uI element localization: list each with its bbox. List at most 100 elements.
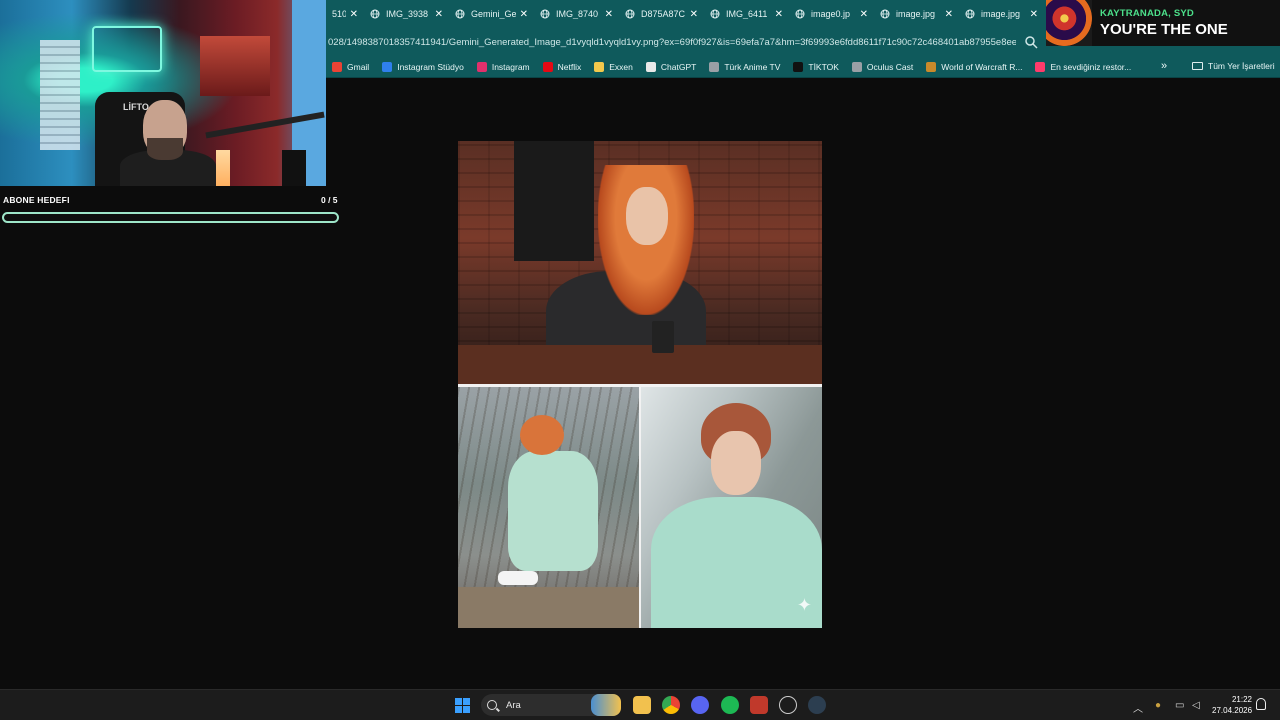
bookmark-label: World of Warcraft R... — [941, 61, 1023, 72]
bookmark-favicon-icon — [851, 61, 862, 72]
windows-start-icon[interactable] — [455, 698, 470, 713]
browser-tab[interactable]: 510 ✕ — [326, 0, 364, 28]
clock-time: 21:22 — [1231, 695, 1252, 704]
bookmark-item[interactable]: Netflix — [542, 61, 582, 72]
taskbar-search[interactable]: Ara — [481, 694, 621, 716]
photo-shoe — [498, 571, 538, 585]
tab-close-icon[interactable]: ✕ — [775, 9, 783, 20]
browser-tab-title: IMG_6411 — [726, 9, 768, 19]
browser-tab[interactable]: image.jpg ✕ — [959, 0, 1044, 28]
photo-top-cafe — [458, 141, 822, 384]
bookmark-item[interactable]: Türk Anime TV — [709, 61, 781, 72]
bookmark-label: Türk Anime TV — [724, 61, 781, 72]
goal-count: 0 / 5 — [321, 195, 338, 205]
all-bookmarks-label: Tüm Yer İşaretleri — [1208, 61, 1275, 71]
bookmark-item[interactable]: Oculus Cast — [851, 61, 914, 72]
webcam-wall-frame — [200, 36, 270, 96]
tray-chevron-up-icon[interactable]: ︿ — [1133, 700, 1143, 715]
photo-bottom-left-sitting — [458, 387, 639, 628]
bookmark-item[interactable]: World of Warcraft R... — [926, 61, 1023, 72]
notification-bell-icon[interactable] — [1256, 698, 1266, 710]
bookmark-item[interactable]: ChatGPT — [645, 61, 697, 72]
network-icon[interactable]: ▭ — [1175, 700, 1184, 711]
tab-close-icon[interactable]: ✕ — [690, 9, 698, 20]
bookmark-item[interactable]: Gmail — [332, 61, 370, 72]
browser-tab[interactable]: IMG_8740 ✕ — [534, 0, 619, 28]
taskbar: Ara ︿ ● ▭ ◁ 21:22 27.04.2026 — [0, 689, 1280, 720]
tab-close-icon[interactable]: ✕ — [350, 9, 358, 20]
bookmark-label: Instagram — [491, 61, 530, 72]
bookmark-label: Gmail — [347, 61, 370, 72]
bookmark-favicon-icon — [332, 61, 342, 72]
bookmark-item[interactable]: Instagram Stüdyo — [382, 61, 464, 72]
bookmark-item[interactable]: TİKTOK — [793, 61, 839, 72]
bookmarks-bar: Gmail Instagram Stüdyo Instagram Netflix Exx… — [326, 56, 1280, 78]
tab-close-icon[interactable]: ✕ — [605, 9, 613, 20]
tab-close-icon[interactable]: ✕ — [860, 9, 868, 20]
globe-icon — [455, 9, 465, 19]
bookmark-label: ChatGPT — [660, 61, 697, 72]
globe-icon — [625, 9, 635, 19]
address-bar[interactable]: 028/1498387018357411941/Gemini_Generated… — [326, 28, 1046, 56]
photo-subject-face — [711, 431, 761, 495]
bookmark-item[interactable]: Exxen — [594, 61, 633, 72]
image-viewer[interactable]: ✦ — [458, 141, 822, 628]
photo-counter — [458, 345, 822, 384]
browser-tab[interactable]: D875A87C ✕ — [619, 0, 704, 28]
app-icon[interactable] — [750, 696, 768, 714]
goal-progress-bar — [2, 212, 339, 223]
settings-gear-icon[interactable] — [808, 696, 826, 714]
browser-tab-title: Gemini_Ge — [471, 9, 516, 19]
tab-close-icon[interactable]: ✕ — [520, 9, 528, 20]
tab-close-icon[interactable]: ✕ — [945, 9, 953, 20]
tab-close-icon[interactable]: ✕ — [1030, 9, 1038, 20]
browser-tab[interactable]: Gemini_Ge ✕ — [449, 0, 534, 28]
browser-tab-title: IMG_8740 — [556, 9, 599, 19]
discord-icon[interactable] — [691, 696, 709, 714]
browser-tab[interactable]: IMG_6411 ✕ — [704, 0, 789, 28]
bookmark-favicon-icon — [645, 61, 656, 72]
browser-tab[interactable]: image0.jp ✕ — [789, 0, 874, 28]
globe-icon — [710, 9, 720, 19]
photo-subject-hair — [520, 415, 564, 455]
zoom-icon[interactable] — [1024, 35, 1038, 49]
address-url[interactable]: 028/1498387018357411941/Gemini_Generated… — [328, 37, 1016, 48]
browser-tab[interactable]: image.jpg ✕ — [874, 0, 959, 28]
album-art — [1046, 0, 1092, 46]
spotify-icon[interactable] — [721, 696, 739, 714]
goal-label: ABONE HEDEFI — [3, 195, 70, 205]
all-bookmarks-button[interactable]: Tüm Yer İşaretleri — [1192, 61, 1275, 71]
bookmark-favicon-icon — [594, 61, 605, 72]
bookmark-label: Netflix — [557, 61, 582, 72]
bookmark-label: Exxen — [609, 61, 633, 72]
globe-icon — [370, 9, 380, 19]
browser-tab-title: IMG_3938 — [386, 9, 429, 19]
chrome-icon[interactable] — [662, 696, 680, 714]
file-explorer-icon[interactable] — [633, 696, 651, 714]
bookmark-label: Oculus Cast — [866, 61, 914, 72]
bookmark-label: TİKTOK — [808, 61, 839, 72]
tab-close-icon[interactable]: ✕ — [435, 9, 443, 20]
browser-tab-title: image.jpg — [896, 9, 936, 19]
webcam-window — [40, 40, 80, 150]
browser-tab-title: image0.jp — [811, 9, 851, 19]
folder-icon — [1192, 62, 1203, 70]
browser-tab[interactable]: IMG_3938 ✕ — [364, 0, 449, 28]
bookmark-item[interactable]: En sevdiğiniz restor... — [1035, 61, 1132, 72]
microphone-icon[interactable]: ● — [1155, 700, 1161, 711]
webcam-speaker — [282, 150, 306, 186]
globe-icon — [965, 9, 975, 19]
bookmark-favicon-icon — [382, 61, 393, 72]
now-playing-artist: KAYTRANADA, SYD — [1100, 8, 1194, 19]
bookmark-label: En sevdiğiniz restor... — [1050, 61, 1132, 72]
volume-icon[interactable]: ◁ — [1192, 700, 1200, 711]
webcam-chair-text: LİFTO — [123, 102, 149, 112]
browser-tab-title: D875A87C — [641, 9, 686, 19]
bookmarks-more-button[interactable]: » — [1161, 60, 1167, 72]
bookmark-item[interactable]: Instagram — [476, 61, 530, 72]
steam-icon[interactable] — [779, 696, 797, 714]
taskbar-clock[interactable]: 21:22 27.04.2026 — [1212, 694, 1252, 716]
search-highlight-art — [591, 694, 621, 716]
sparkle-icon: ✦ — [796, 595, 812, 615]
bookmark-favicon-icon — [793, 61, 804, 72]
